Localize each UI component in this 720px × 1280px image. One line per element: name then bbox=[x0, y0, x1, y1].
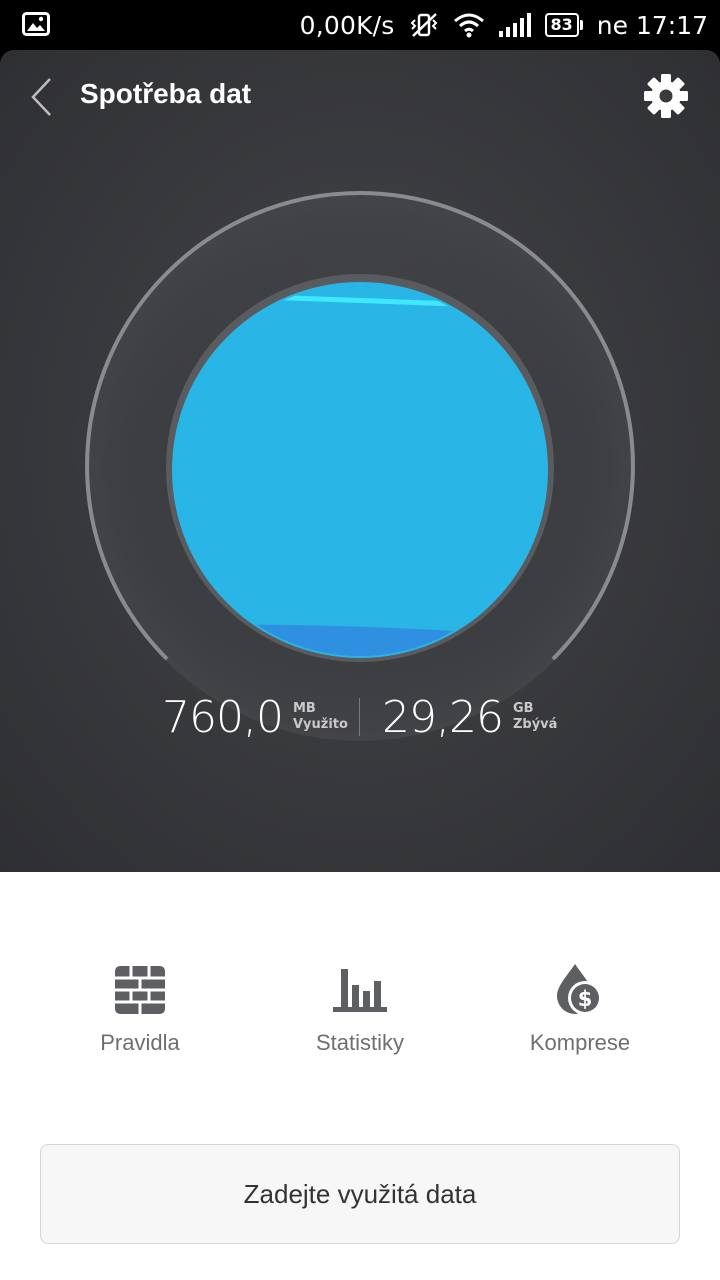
usage-panel: Spotřeba dat 760,0 MB Využito 29,26 GB Z… bbox=[0, 50, 720, 872]
battery-icon: 83 bbox=[544, 13, 583, 37]
status-bar: 0,00K/s 83 ne 17:17 bbox=[0, 0, 720, 50]
wifi-icon bbox=[453, 12, 485, 38]
stats-divider bbox=[359, 698, 360, 736]
used-data: 760,0 MB Využito bbox=[162, 682, 348, 752]
compression-label: Komprese bbox=[529, 1030, 631, 1055]
remaining-unit: GB bbox=[512, 701, 534, 716]
settings-button[interactable] bbox=[640, 70, 692, 122]
compression-drop-icon: $ bbox=[550, 960, 610, 1020]
page-title: Spotřeba dat bbox=[80, 78, 252, 109]
compression-button[interactable]: $ Komprese bbox=[470, 960, 690, 1056]
bar-chart-icon bbox=[330, 960, 390, 1020]
vibrate-off-icon bbox=[409, 12, 439, 38]
actions-panel: Pravidla Statistiky $ Komprese Zadejte v… bbox=[0, 872, 720, 1280]
gear-icon bbox=[644, 74, 688, 118]
used-unit: MB bbox=[292, 701, 316, 716]
app-bar: Spotřeba dat bbox=[0, 50, 720, 142]
statistics-button[interactable]: Statistiky bbox=[250, 960, 470, 1056]
back-button[interactable] bbox=[22, 72, 62, 122]
battery-level: 83 bbox=[544, 13, 579, 37]
remaining-label: Zbývá bbox=[512, 717, 558, 732]
enter-used-data-button[interactable]: Zadejte využitá data bbox=[40, 1144, 680, 1244]
remaining-value: 29,26 bbox=[382, 691, 504, 743]
usage-stats: 760,0 MB Využito 29,26 GB Zbývá bbox=[0, 682, 720, 752]
remaining-data: 29,26 GB Zbývá bbox=[382, 682, 557, 752]
signal-icon bbox=[498, 13, 531, 37]
svg-text:$: $ bbox=[578, 987, 593, 1011]
used-label: Využito bbox=[292, 717, 348, 732]
gallery-icon bbox=[22, 12, 50, 36]
chevron-left-icon bbox=[31, 78, 51, 116]
usage-gauge bbox=[85, 190, 635, 741]
rules-label: Pravidla bbox=[100, 1030, 180, 1055]
firewall-icon bbox=[110, 960, 170, 1020]
statistics-label: Statistiky bbox=[315, 1030, 405, 1055]
used-value: 760,0 bbox=[162, 691, 284, 743]
rules-button[interactable]: Pravidla bbox=[30, 960, 250, 1056]
clock: ne 17:17 bbox=[596, 10, 708, 40]
network-speed: 0,00K/s bbox=[299, 10, 395, 40]
